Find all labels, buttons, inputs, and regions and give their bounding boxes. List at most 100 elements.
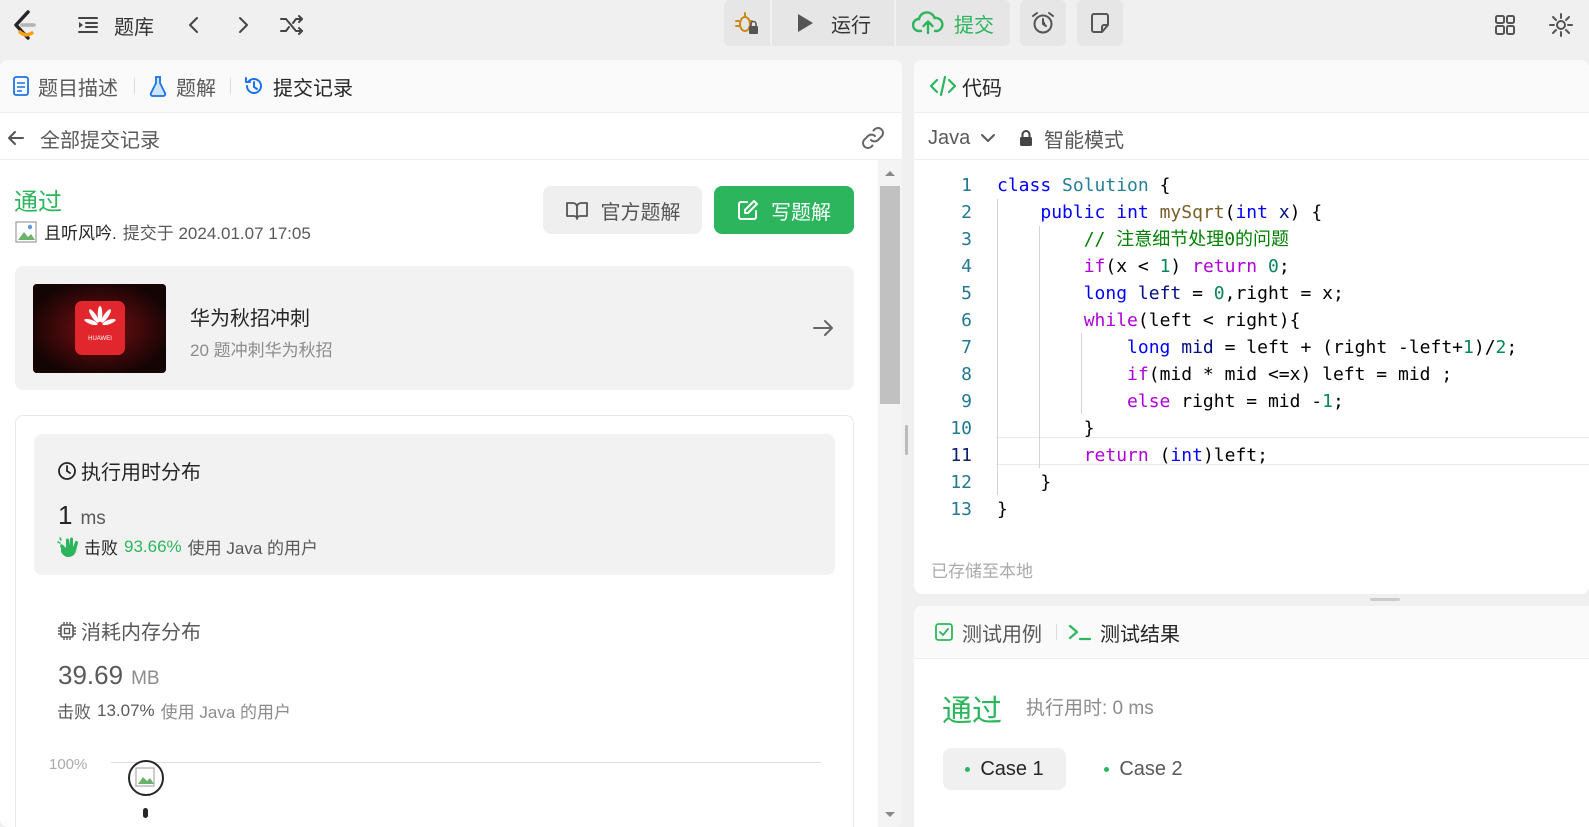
notes-button[interactable] [1077, 0, 1123, 46]
code-editor[interactable]: 1 2 3 4 5 6 7 8 9 10 11 12 13 class Solution { publi… [914, 172, 1589, 552]
history-icon [245, 77, 262, 94]
code-line: } [1040, 472, 1052, 493]
language-select[interactable]: Java [928, 122, 996, 154]
code-line: if(mid * mid <=x) left = mid ; [1127, 364, 1453, 385]
gear-icon [1549, 13, 1573, 37]
share-link-button[interactable] [860, 125, 886, 156]
case-status-dot [965, 766, 971, 772]
scroll-up-icon [885, 171, 895, 176]
case-2-label: Case 2 [1119, 757, 1183, 780]
tab-submissions-label: 提交记录 [273, 77, 353, 100]
tab-test-cases-label: 测试用例 [962, 623, 1042, 646]
test-panel: 测试用例 测试结果 通过 执行用时: 0 ms Case 1 Case 2 [914, 606, 1589, 827]
left-panel-tabs: 题目描述 题解 提交记录 [0, 60, 902, 113]
layout-button[interactable] [1493, 8, 1517, 42]
submitted-time: 提交于 2024.01.07 17:05 [122, 224, 311, 243]
clap-hands-icon [57, 536, 78, 557]
code-icon [930, 75, 956, 97]
problem-list-label: 题库 [114, 16, 154, 39]
alarm-clock-icon [1032, 12, 1054, 34]
code-panel: 代码 Java 智能模式 1 2 3 4 5 6 7 8 9 10 11 12 13 class Sol… [914, 60, 1589, 594]
line-number: 9 [961, 391, 972, 412]
case-1-label: Case 1 [980, 757, 1044, 780]
next-problem-button[interactable] [232, 8, 254, 42]
memory-beat-row: 击败 13.07% 使用 Java 的用户 [57, 698, 291, 723]
case-tab-1[interactable]: Case 1 [943, 748, 1066, 790]
run-button[interactable]: 运行 [772, 0, 894, 46]
saved-hint: 已存储至本地 [931, 562, 1033, 581]
runtime-box[interactable]: 执行用时分布 1 ms 击败 93.66% 使用 Java 的用户 [34, 434, 835, 575]
official-solution-button[interactable]: 官方题解 [543, 186, 702, 234]
chip-icon [58, 621, 76, 640]
memory-value-row: 39.69 MB [58, 660, 160, 691]
prev-problem-button[interactable] [183, 8, 205, 42]
runtime-title-row: 执行用时分布 [57, 456, 201, 485]
leetcode-logo[interactable] [8, 8, 40, 42]
panel-resize-handle[interactable] [905, 425, 908, 455]
left-scrollbar-thumb[interactable] [880, 186, 900, 404]
line-number: 1 [961, 175, 972, 196]
debug-button[interactable] [724, 0, 770, 46]
submit-button[interactable]: 提交 [896, 0, 1010, 46]
huawei-logo-text: HUAWEI [88, 336, 112, 342]
write-solution-label: 写题解 [771, 201, 831, 224]
memory-box[interactable]: 消耗内存分布 39.69 MB 击败 13.07% 使用 Java 的用户 [34, 594, 835, 724]
chart-marker-stem [143, 808, 148, 818]
code-line: class Solution { [997, 175, 1171, 196]
tab-solutions[interactable]: 题解 [148, 60, 216, 112]
code-line: } [1083, 418, 1095, 439]
lock-icon [1020, 130, 1032, 146]
layout-grid-icon [1495, 15, 1515, 35]
code-tab-label: 代码 [962, 77, 1002, 100]
promo-card[interactable]: HUAWEI 华为秋招冲刺 20 题冲刺华为秋招 [15, 266, 854, 390]
runtime-title: 执行用时分布 [81, 462, 201, 484]
code-line: public int mySqrt(int x) { [1040, 202, 1323, 223]
problem-list-button[interactable]: 题库 [76, 8, 154, 42]
timer-button[interactable] [1020, 0, 1066, 46]
tab-code[interactable]: 代码 [930, 60, 1002, 112]
line-number: 5 [961, 283, 972, 304]
document-icon [13, 76, 29, 96]
runtime-unit: ms [80, 508, 106, 529]
memory-unit: MB [131, 668, 160, 689]
chevron-down-icon [981, 134, 996, 142]
smart-mode-label: 智能模式 [1044, 129, 1124, 152]
submitter-name[interactable]: 且听风吟. [44, 219, 117, 244]
broken-avatar-icon [15, 220, 37, 243]
tab-submissions[interactable]: 提交记录 [243, 60, 353, 112]
terminal-icon [1068, 624, 1092, 641]
tab-test-cases[interactable]: 测试用例 [934, 606, 1042, 658]
line-number: 7 [961, 337, 972, 358]
horizontal-resize-handle[interactable] [1370, 598, 1400, 601]
code-line: while(left < right){ [1083, 310, 1301, 331]
runtime-beat-percent: 93.66% [124, 536, 182, 556]
smart-mode[interactable]: 智能模式 [1018, 122, 1124, 154]
line-number: 6 [961, 310, 972, 331]
line-number: 10 [950, 418, 972, 439]
arrow-left-icon [8, 131, 24, 145]
line-number: 3 [961, 229, 972, 250]
test-status: 通过 [942, 695, 1002, 728]
line-number: 2 [961, 202, 972, 223]
left-scrollbar[interactable] [878, 160, 902, 827]
chart-user-marker[interactable] [128, 760, 164, 796]
broken-avatar-icon [135, 767, 155, 787]
divider [914, 159, 1589, 160]
tab-solutions-label: 题解 [176, 77, 216, 100]
random-problem-button[interactable] [279, 8, 305, 42]
line-number: 11 [950, 445, 972, 466]
flask-icon [149, 76, 167, 97]
runtime-value: 1 [58, 500, 73, 530]
tab-description[interactable]: 题目描述 [12, 60, 118, 112]
test-panel-tabs: 测试用例 测试结果 [914, 606, 1589, 659]
case-tab-2[interactable]: Case 2 [1082, 748, 1205, 790]
line-number: 8 [961, 364, 972, 385]
settings-button[interactable] [1548, 8, 1574, 42]
write-solution-button[interactable]: 写题解 [714, 186, 854, 234]
clock-icon [58, 461, 76, 480]
runtime-beat-row: 击败 93.66% 使用 Java 的用户 [57, 534, 318, 559]
tab-test-results[interactable]: 测试结果 [1068, 606, 1180, 658]
submit-label: 提交 [954, 14, 994, 37]
promo-title: 华为秋招冲刺 [190, 308, 310, 330]
back-to-submissions[interactable]: 全部提交记录 [6, 122, 160, 154]
